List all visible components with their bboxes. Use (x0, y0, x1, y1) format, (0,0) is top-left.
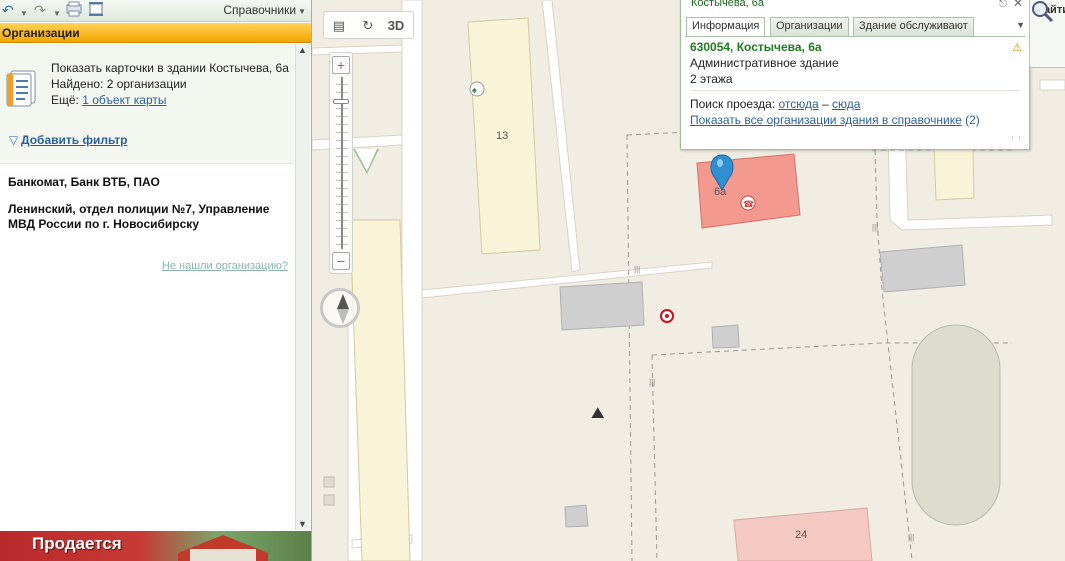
zoom-in-button[interactable]: + (332, 56, 350, 74)
popup-title: Костычева, 6а (691, 0, 765, 9)
route-to-link[interactable]: сюда (832, 97, 860, 111)
3d-toggle-button[interactable]: 3D (384, 16, 408, 36)
svg-text:|||: ||| (872, 223, 878, 232)
compass-control[interactable] (320, 288, 360, 328)
scroll-up-icon[interactable]: ▲ (298, 45, 307, 55)
zoom-out-button[interactable]: − (332, 252, 350, 270)
summary-block: Показать карточки в здании Костычева, 6а… (0, 44, 294, 164)
filter-icon: ▽ (9, 133, 19, 147)
popup-tail (355, 149, 377, 171)
show-all-orgs: Показать все организации здания в справо… (690, 113, 980, 127)
redo-arrow-icon[interactable]: ↷ (34, 2, 46, 19)
ad-banner[interactable]: Продается (0, 531, 311, 561)
add-filter-label: Добавить фильтр (21, 133, 128, 147)
svg-text:|||: ||| (649, 378, 655, 387)
route-search: Поиск проезда: отсюда – сюда (690, 97, 860, 111)
undo-arrow-icon[interactable]: ↶ (2, 2, 14, 19)
not-found-link[interactable]: Не нашли организацию? (162, 260, 288, 272)
close-icon[interactable]: ✕ (1013, 0, 1023, 10)
show-cards-text[interactable]: Показать карточки в здании Костычева, 6а (51, 60, 291, 76)
pin-icon[interactable]: ⎋ (999, 0, 1007, 10)
search-icon[interactable] (1030, 0, 1054, 23)
panel-toolbar: ↶ ▼ ↷ ▼ Справочники ▼ (0, 0, 311, 22)
more-map-objects-link[interactable]: 1 объект карты (82, 93, 166, 107)
info-popup: Костычева, 6а ⎋ ✕ Информация Организации… (680, 0, 1030, 150)
rotate-icon[interactable]: ↻ (356, 16, 380, 36)
tabs-more-icon[interactable]: ▼ (1016, 20, 1025, 30)
map-tools-bar: ▤ ↻ 3D (323, 11, 414, 39)
chevron-down-icon: ▼ (298, 7, 306, 16)
popup-divider (690, 90, 1020, 91)
svg-text:|||: ||| (908, 533, 914, 542)
panel-content: Показать карточки в здании Костычева, 6а… (0, 44, 294, 530)
directories-label: Справочники (223, 3, 297, 17)
ad-house-wall (190, 549, 256, 561)
show-all-orgs-link[interactable]: Показать все организации здания в справо… (690, 113, 962, 127)
warning-icon[interactable]: ⚠ (1012, 41, 1022, 54)
ruler-icon[interactable]: ▤ (327, 16, 351, 36)
organizations-header: Организации (0, 23, 311, 43)
cards-icon[interactable] (5, 69, 39, 107)
compass-needle-south-icon (337, 309, 349, 324)
fit-width-icon[interactable] (88, 1, 104, 18)
panel-scrollbar[interactable]: ▲ ▼ (295, 44, 310, 530)
scroll-down-icon[interactable]: ▼ (298, 519, 307, 529)
tab-organizations[interactable]: Организации (770, 17, 849, 36)
resize-grip-icon[interactable]: ⋮⋮ (1009, 135, 1023, 143)
popup-body: 630054, Костычева, 6а ⚠ Административное… (685, 36, 1025, 144)
org-item-atm-vtb[interactable]: Банкомат, Банк ВТБ, ПАО (8, 175, 288, 190)
print-icon[interactable] (66, 1, 82, 18)
map-area[interactable]: ||| ||| ||| ||| ♠ ☎ ⛰ 13 6а 24 ▤ ↻ 3D + … (312, 0, 1065, 561)
zoom-handle[interactable] (333, 99, 349, 104)
directories-menu[interactable]: Справочники ▼ (223, 3, 306, 17)
building-type: Административное здание (690, 56, 839, 70)
redo-dropdown-icon[interactable]: ▼ (53, 5, 61, 22)
undo-dropdown-icon[interactable]: ▼ (20, 5, 28, 22)
building-floors: 2 этажа (690, 72, 733, 86)
svg-text:☎: ☎ (743, 199, 754, 209)
building-address: 630054, Костычева, 6а (690, 40, 822, 54)
building-label-13: 13 (496, 130, 509, 142)
route-dash: – (821, 97, 829, 111)
tab-information[interactable]: Информация (686, 17, 766, 37)
svg-text:|||: ||| (634, 265, 640, 274)
more-line: Ещё: 1 объект карты (51, 92, 291, 108)
find-panel: Найти (1029, 0, 1065, 68)
compass-needle-north-icon (337, 294, 349, 309)
svg-text:♠: ♠ (472, 85, 477, 95)
show-all-count: (2) (965, 113, 980, 127)
left-panel: ↶ ▼ ↷ ▼ Справочники ▼ Организации Показат… (0, 0, 312, 561)
summary-text: Показать карточки в здании Костычева, 6а… (51, 60, 291, 108)
svg-text:⛰: ⛰ (591, 405, 605, 422)
zoom-control: + − (329, 52, 353, 274)
route-from-link[interactable]: отсюда (778, 97, 818, 111)
org-item-police[interactable]: Ленинский, отдел полиции №7, Управление … (8, 202, 288, 232)
building-label-6a: 6а (714, 186, 727, 198)
add-filter-link[interactable]: ▽ Добавить фильтр (9, 133, 127, 147)
more-prefix: Ещё: (51, 93, 79, 107)
ad-text: Продается (32, 534, 122, 553)
route-prefix: Поиск проезда: (690, 97, 776, 111)
tab-building-service[interactable]: Здание обслуживают (853, 17, 974, 36)
found-count: Найдено: 2 организации (51, 77, 187, 91)
building-label-24: 24 (795, 529, 808, 541)
